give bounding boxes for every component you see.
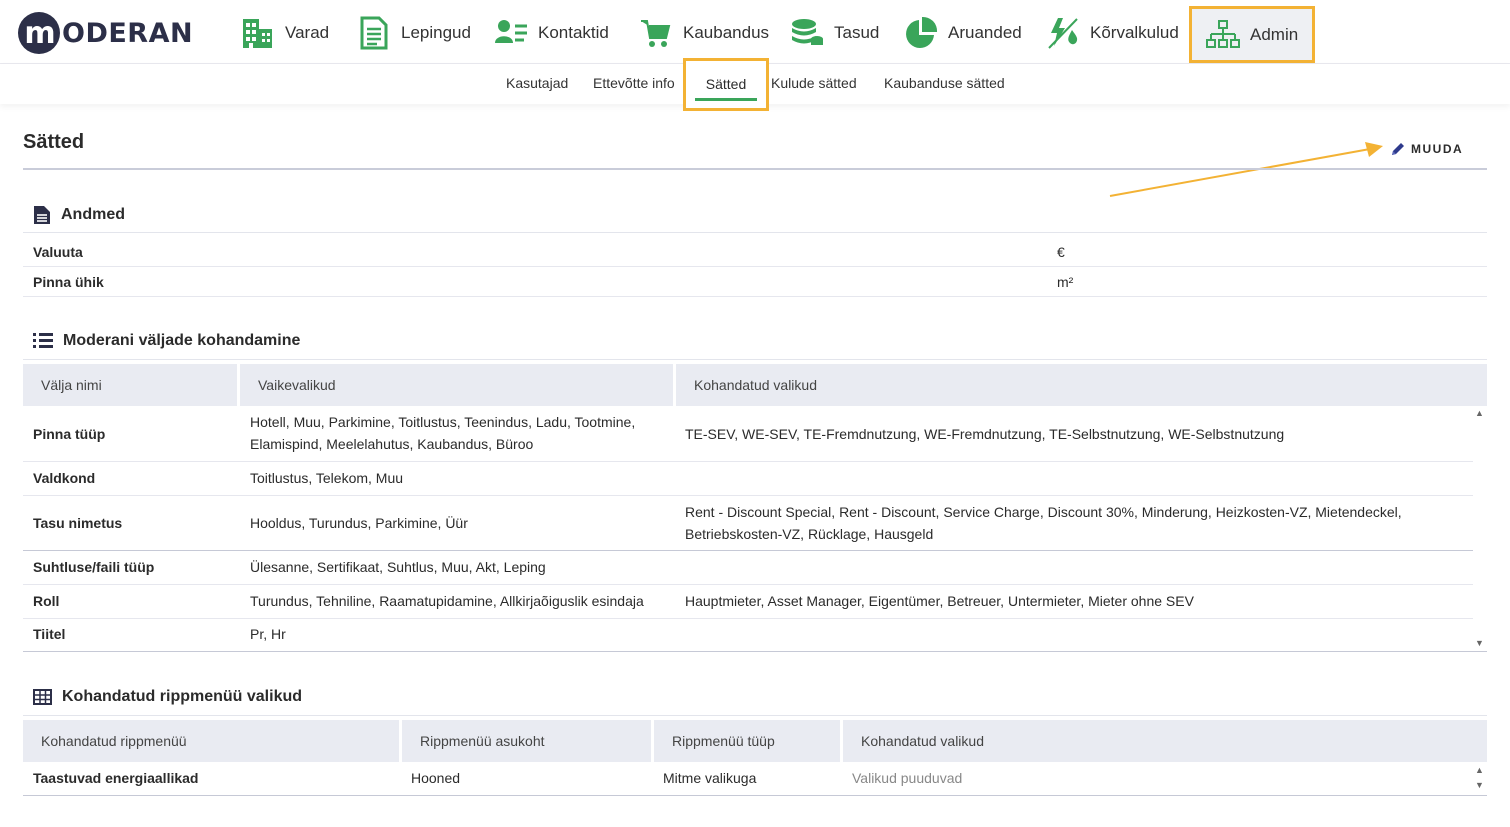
setting-value: m² [1057,274,1074,290]
nav-label: Lepingud [401,23,471,42]
default-options: Turundus, Tehniline, Raamatupidamine, Al… [250,593,644,609]
nav-item-lepingud[interactable]: Lepingud [357,14,471,52]
section-title: Moderani väljade kohandamine [63,332,301,349]
active-tab-indicator [695,98,757,101]
nav-label: Kontaktid [538,23,609,42]
field-name: Suhtluse/faili tüüp [33,559,155,575]
top-navigation: m ODERAN Varad Lepingud Kontaktid Kauban… [0,0,1510,64]
nav-label: Admin [1250,24,1299,44]
column-header[interactable]: Välja nimi [23,364,240,406]
setting-label: Valuuta [33,244,83,260]
setting-row: Valuuta € [23,237,1487,267]
column-header[interactable]: Rippmenüü tüüp [654,720,843,762]
section-title: Kohandatud rippmenüü valikud [62,688,303,705]
default-options: Pr, Hr [250,626,286,642]
scroll-down-icon[interactable]: ▼ [1475,638,1484,649]
table-row: Valdkond Toitlustus, Telekom, Muu [23,462,1473,496]
fields-heading: Moderani väljade kohandamine [33,332,300,350]
logo-wordmark: ODERAN [62,17,194,49]
column-header[interactable]: Kohandatud valikud [676,364,1487,406]
dropdowns-table-header: Kohandatud rippmenüü Rippmenüü asukoht R… [23,720,1487,762]
section-title: Andmed [61,206,125,223]
setting-value: € [1057,244,1065,260]
scroll-up-icon[interactable]: ▲ [1475,408,1484,419]
dropdown-location: Hooned [411,770,461,786]
nav-item-aruanded[interactable]: Aruanded [904,14,1022,52]
scroll-up-icon[interactable]: ▲ [1475,765,1484,776]
nav-item-korvalkulud[interactable]: Kõrvalkulud [1046,14,1179,52]
dropdown-name: Taastuvad energiaallikad [33,770,199,786]
document-icon [360,16,388,50]
document-icon [34,206,50,224]
nav-label: Kõrvalkulud [1090,23,1179,42]
field-name: Tasu nimetus [33,515,123,531]
section-divider [23,232,1487,233]
tab-kasutajad[interactable]: Kasutajad [506,75,568,91]
section-divider [23,359,1487,360]
scroll-down-icon[interactable]: ▼ [1475,780,1484,791]
table-row: Taastuvad energiaallikad Hooned Mitme va… [23,762,1487,796]
tab-kulude-satted[interactable]: Kulude sätted [771,75,857,91]
table-row: Tiitel Pr, Hr [23,619,1487,652]
pie-chart-icon [906,16,938,48]
table-row: Pinna tüüp Hotell, Muu, Parkimine, Toitl… [23,406,1473,462]
column-header[interactable]: Rippmenüü asukoht [402,720,654,762]
default-options: Ülesanne, Sertifikaat, Suhtlus, Muu, Akt… [250,559,546,575]
andmed-heading: Andmed [33,205,125,225]
default-options: Hotell, Muu, Parkimine, Toitlustus, Teen… [250,414,636,452]
list-icon [33,333,53,348]
edit-label: MUUDA [1411,142,1464,156]
logo-mark: m [18,12,60,54]
nav-item-varad[interactable]: Varad [241,14,329,52]
nav-item-admin[interactable]: Admin [1189,6,1316,63]
table-row: Suhtluse/faili tüüp Ülesanne, Sertifikaa… [23,551,1473,585]
nav-label: Varad [285,23,330,42]
section-divider [23,715,1487,716]
nav-item-tasud[interactable]: Tasud [790,14,879,52]
table-icon [33,689,52,705]
fields-table-header: Välja nimi Vaikevalikud Kohandatud valik… [23,364,1487,406]
shopping-cart-icon [641,20,671,47]
coins-icon [792,19,823,45]
nav-label: Kaubandus [683,23,770,42]
contact-card-icon [495,20,527,43]
tab-label: Sätted [705,76,747,92]
building-icon [243,19,272,48]
table-row: Roll Turundus, Tehniline, Raamatupidamin… [23,585,1473,619]
custom-options: Hauptmieter, Asset Manager, Eigentümer, … [685,593,1194,609]
field-name: Tiitel [33,626,66,642]
dropdowns-heading: Kohandatud rippmenüü valikud [33,688,302,706]
tab-ettevotte-info[interactable]: Ettevõtte info [593,75,675,91]
nav-label: Aruanded [948,23,1022,42]
setting-row: Pinna ühik m² [23,267,1487,297]
nav-label: Tasud [834,23,880,42]
column-header[interactable]: Kohandatud valikud [843,720,1487,762]
title-divider [23,168,1487,170]
field-name: Roll [33,593,60,609]
nav-item-kaubandus[interactable]: Kaubandus [639,14,769,52]
nav-item-kontaktid[interactable]: Kontaktid [494,14,609,52]
default-options: Hooldus, Turundus, Parkimine, Üür [250,515,468,531]
table-row: Tasu nimetus Hooldus, Turundus, Parkimin… [23,496,1473,551]
custom-options: Rent - Discount Special, Rent - Discount… [685,504,1402,542]
default-options: Toitlustus, Telekom, Muu [250,470,404,486]
column-header[interactable]: Vaikevalikud [240,364,676,406]
setting-label: Pinna ühik [33,274,104,290]
dropdown-type: Mitme valikuga [663,770,757,786]
custom-options: TE-SEV, WE-SEV, TE-Fremdnutzung, WE-Frem… [685,426,1285,442]
pencil-icon [1392,143,1404,155]
moderan-logo[interactable]: m ODERAN [18,11,193,55]
dropdown-options: Valikud puuduvad [852,770,963,786]
page-title: Sätted [23,131,85,153]
utilities-icon [1048,18,1078,49]
org-chart-icon [1206,19,1240,48]
tab-satted[interactable]: Sätted [683,58,769,111]
field-name: Valdkond [33,470,96,486]
column-header[interactable]: Kohandatud rippmenüü [23,720,402,762]
edit-button[interactable]: MUUDA [1390,141,1463,157]
tab-kaubanduse-satted[interactable]: Kaubanduse sätted [884,75,1005,91]
field-name: Pinna tüüp [33,426,106,442]
